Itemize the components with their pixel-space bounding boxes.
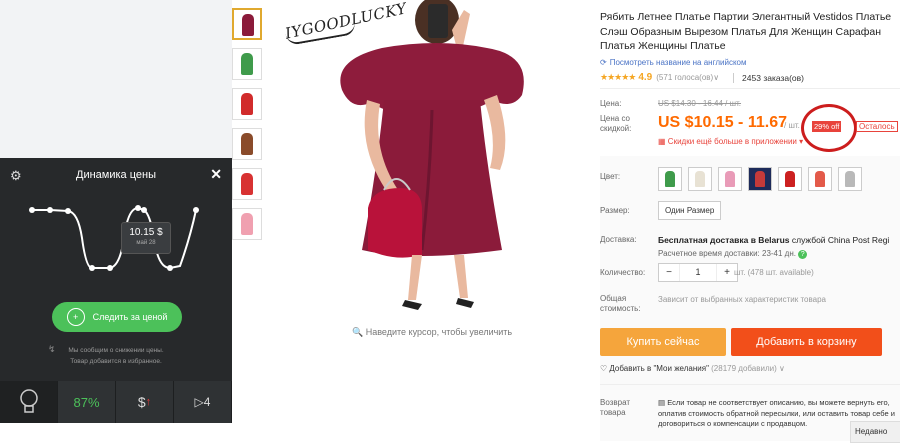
translate-icon: ⟳ bbox=[600, 58, 607, 67]
color-label: Цвет: bbox=[600, 172, 621, 181]
size-label: Размер: bbox=[600, 206, 630, 215]
lightbulb-icon bbox=[19, 389, 38, 413]
dress-photo bbox=[340, 0, 524, 310]
swatch-white[interactable] bbox=[688, 167, 712, 191]
thumbnail-4[interactable] bbox=[232, 128, 262, 160]
discount-price-label: Цена со скидкой: bbox=[600, 114, 632, 133]
tooltip-date: май 28 bbox=[136, 240, 156, 246]
divider bbox=[600, 88, 900, 89]
swatch-red[interactable] bbox=[778, 167, 802, 191]
return-label: Возврат товара bbox=[600, 398, 630, 417]
swatch-navy[interactable] bbox=[748, 167, 772, 191]
chevron-down-icon: ∨ bbox=[779, 364, 785, 373]
translate-link[interactable]: ⟳ Посмотреть название на английском bbox=[600, 58, 746, 67]
price-point bbox=[65, 208, 71, 214]
price-point bbox=[107, 265, 113, 271]
price-label: Цена: bbox=[600, 99, 622, 108]
follow-price-label: Следить за ценой bbox=[92, 312, 168, 322]
old-price: US $14.30 - 16.44 / шт. bbox=[658, 99, 742, 108]
help-icon[interactable]: ? bbox=[798, 250, 808, 259]
total-label: Общая стоимость: bbox=[600, 294, 641, 313]
price-point bbox=[47, 207, 53, 213]
price-point bbox=[167, 265, 173, 271]
price-point bbox=[29, 207, 35, 213]
price-alert-button[interactable]: $ ↑ bbox=[116, 381, 174, 423]
shipping-label: Доставка: bbox=[600, 235, 637, 244]
quantity-available: шт. (478 шт. available) bbox=[734, 268, 814, 277]
product-title: Рябить Летнее Платье Партии Элегантный V… bbox=[600, 11, 892, 52]
recently-viewed-button[interactable]: Недавно bbox=[850, 421, 900, 443]
rating-count[interactable]: (571 голоса(ов) bbox=[656, 73, 713, 82]
price-unit: / шт. bbox=[784, 121, 800, 130]
arrow-up-icon: ↑ bbox=[145, 396, 152, 408]
rating-row: ★★★★★ 4.9 (571 голоса(ов) ∨ 2453 заказа(… bbox=[600, 72, 804, 83]
heart-plus-icon: + bbox=[66, 308, 85, 326]
shipping-info[interactable]: Бесплатная доставка в Belarus службой Ch… bbox=[658, 235, 889, 245]
swatch-coral[interactable] bbox=[808, 167, 832, 191]
heart-icon: ♡ bbox=[600, 364, 608, 373]
main-product-image[interactable]: IYGOODLUCKY bbox=[272, 0, 594, 320]
add-to-cart-button[interactable]: Добавить в корзину bbox=[731, 328, 882, 356]
remaining-badge: Осталось bbox=[856, 121, 898, 132]
widget-footer: 87% $ ↑ ▷ 4 bbox=[0, 381, 232, 423]
document-icon: ▤ bbox=[658, 398, 666, 407]
price-point bbox=[141, 207, 147, 213]
orders-count: 2453 заказа(ов) bbox=[733, 72, 804, 83]
thumbnail-list bbox=[232, 8, 262, 248]
chevron-down-icon[interactable]: ∨ bbox=[713, 73, 719, 82]
quantity-stepper: − 1 + bbox=[658, 263, 738, 282]
size-option-button[interactable]: Один Размер bbox=[658, 201, 722, 220]
wishlist-link[interactable]: ♡ Добавить в "Мои желания" (28179 добави… bbox=[600, 364, 785, 373]
quantity-input[interactable]: 1 bbox=[679, 264, 717, 281]
qr-icon: ▦ bbox=[658, 137, 666, 146]
current-price: US $10.15 - 11.67 bbox=[658, 114, 787, 131]
price-point bbox=[135, 205, 141, 211]
widget-note: Мы сообщим о снижении цены. Товар добави… bbox=[68, 347, 164, 365]
close-icon[interactable]: ✕ bbox=[210, 166, 222, 183]
price-point bbox=[193, 207, 199, 213]
app-offer-link[interactable]: ▦ Скидки ещё больше в приложении ▾ bbox=[658, 137, 803, 146]
star-rating-icon: ★★★★★ bbox=[600, 72, 636, 82]
rating-value: 4.9 bbox=[638, 72, 653, 83]
follow-price-button[interactable]: + Следить за ценой bbox=[52, 302, 182, 332]
swatch-gray[interactable] bbox=[838, 167, 862, 191]
thumbnail-2[interactable] bbox=[232, 48, 262, 80]
lightbulb-button[interactable] bbox=[0, 381, 58, 423]
swatch-pink[interactable] bbox=[718, 167, 742, 191]
color-swatches bbox=[658, 167, 868, 191]
zoom-hint: 🔍 Наведите курсор, чтобы увеличить bbox=[352, 327, 513, 337]
divider bbox=[600, 384, 900, 385]
price-history-widget: ⚙ Динамика цены ✕ 10.15 $ май 28 + Следи… bbox=[0, 158, 232, 423]
quantity-minus-button[interactable]: − bbox=[659, 264, 679, 281]
price-point bbox=[89, 265, 95, 271]
tooltip-price: 10.15 $ bbox=[129, 227, 163, 238]
thumbnail-1[interactable] bbox=[232, 8, 262, 40]
thumbnail-3[interactable] bbox=[232, 88, 262, 120]
quantity-label: Количество: bbox=[600, 268, 646, 277]
price-tooltip: 10.15 $ май 28 bbox=[121, 222, 171, 254]
blank-area bbox=[0, 0, 232, 158]
total-text: Зависит от выбранных характеристик товар… bbox=[658, 295, 826, 304]
play-icon: ▷ bbox=[194, 395, 204, 409]
widget-title: Динамика цены bbox=[76, 169, 156, 181]
percent-stat[interactable]: 87% bbox=[58, 381, 116, 423]
magnifier-icon: 🔍 bbox=[352, 327, 364, 337]
price-chart bbox=[29, 205, 199, 271]
thumbnail-5[interactable] bbox=[232, 168, 262, 200]
product-info: Рябить Летнее Платье Партии Элегантный V… bbox=[600, 0, 900, 441]
red-circle-annotation bbox=[801, 104, 857, 152]
swatch-green[interactable] bbox=[658, 167, 682, 191]
delivery-time: Расчетное время доставки: 23-41 дн. ? bbox=[658, 249, 808, 259]
play-count-button[interactable]: ▷ 4 bbox=[174, 381, 232, 423]
thumbnail-6[interactable] bbox=[232, 208, 262, 240]
buy-now-button[interactable]: Купить сейчас bbox=[600, 328, 726, 356]
